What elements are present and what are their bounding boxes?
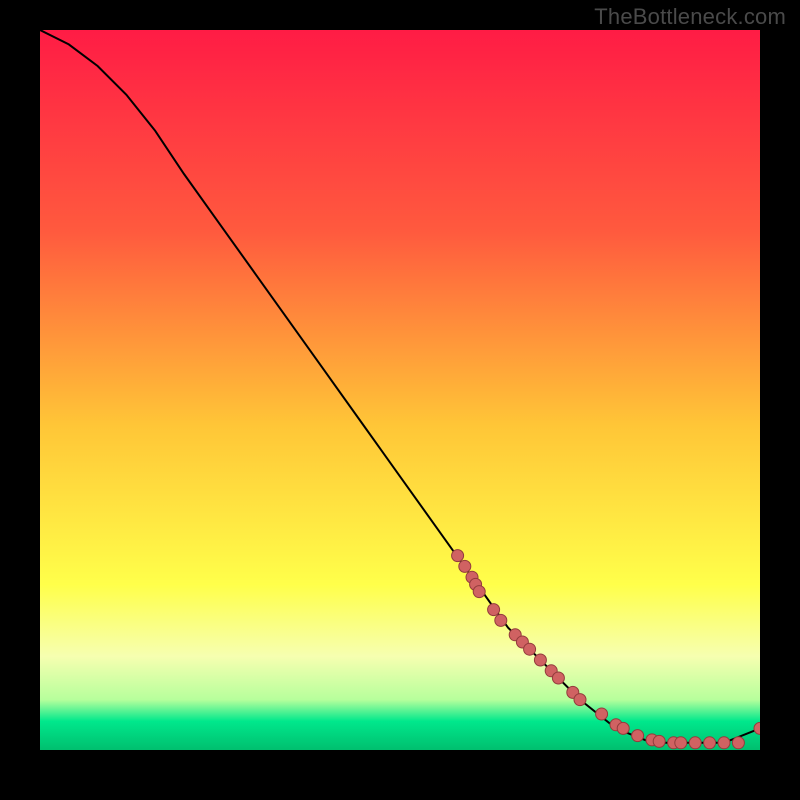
data-point bbox=[754, 722, 760, 734]
data-point bbox=[574, 694, 586, 706]
data-point bbox=[552, 672, 564, 684]
data-point bbox=[617, 722, 629, 734]
data-point bbox=[718, 737, 730, 749]
data-point bbox=[534, 654, 546, 666]
data-point bbox=[689, 737, 701, 749]
data-point bbox=[524, 643, 536, 655]
data-point bbox=[473, 586, 485, 598]
data-point bbox=[596, 708, 608, 720]
plot-area bbox=[40, 30, 760, 750]
chart-svg bbox=[40, 30, 760, 750]
data-point bbox=[675, 737, 687, 749]
bottleneck-curve bbox=[40, 30, 760, 743]
data-point bbox=[732, 737, 744, 749]
data-point bbox=[495, 614, 507, 626]
data-point bbox=[488, 604, 500, 616]
data-point bbox=[452, 550, 464, 562]
data-point bbox=[653, 735, 665, 747]
data-point bbox=[459, 560, 471, 572]
chart-root: TheBottleneck.com bbox=[0, 0, 800, 800]
data-point bbox=[704, 737, 716, 749]
data-point bbox=[632, 730, 644, 742]
watermark-text: TheBottleneck.com bbox=[594, 4, 786, 30]
